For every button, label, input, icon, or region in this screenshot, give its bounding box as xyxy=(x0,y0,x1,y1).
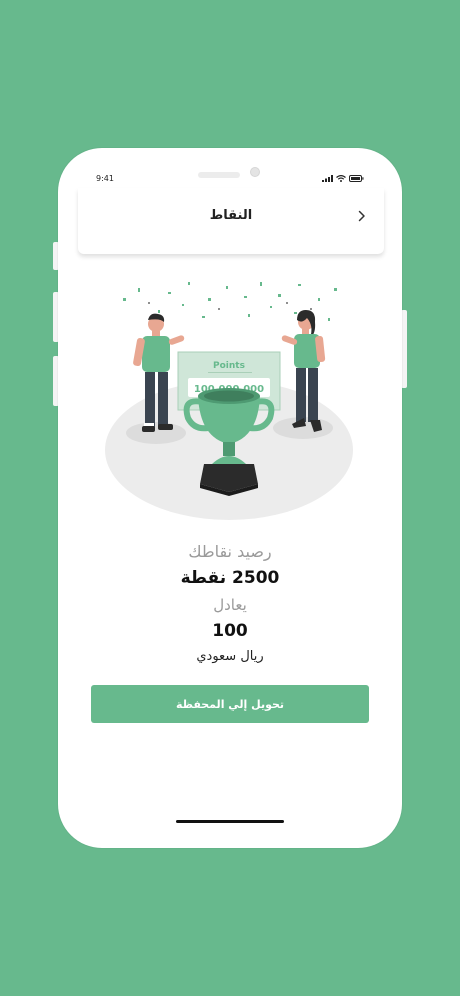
points-value: 2500 نقطة xyxy=(180,568,280,588)
signal-icon xyxy=(322,174,333,182)
back-button[interactable] xyxy=(354,208,370,224)
status-time: 9:41 xyxy=(96,174,114,183)
trophy-illustration: Points 100.000.000 xyxy=(105,282,353,520)
header-bar: النقاط xyxy=(78,188,384,254)
app-stage: 9:41 النقاط Points رصيد نقاطك 2500 نقطة … xyxy=(0,0,460,996)
home-indicator[interactable] xyxy=(176,820,284,823)
chevron-right-icon xyxy=(358,210,365,222)
wifi-icon xyxy=(336,174,346,182)
currency-label: ريال سعودي xyxy=(196,649,264,664)
battery-icon xyxy=(349,174,364,182)
transfer-to-wallet-button[interactable]: تحويل إلي المحفظة xyxy=(91,685,369,723)
equals-label: يعادل xyxy=(213,596,247,614)
balance-label: رصيد نقاطك xyxy=(188,542,272,561)
points-card-title: Points xyxy=(213,361,245,371)
amount-value: 100 xyxy=(212,621,248,641)
transfer-button-label: تحويل إلي المحفظة xyxy=(175,697,285,711)
phone-screen: 9:41 النقاط Points رصيد نقاطك 2500 نقطة … xyxy=(58,148,402,848)
front-camera xyxy=(250,167,260,177)
speaker-grille xyxy=(198,172,240,178)
page-title: النقاط xyxy=(209,208,253,223)
status-icons xyxy=(322,174,364,182)
